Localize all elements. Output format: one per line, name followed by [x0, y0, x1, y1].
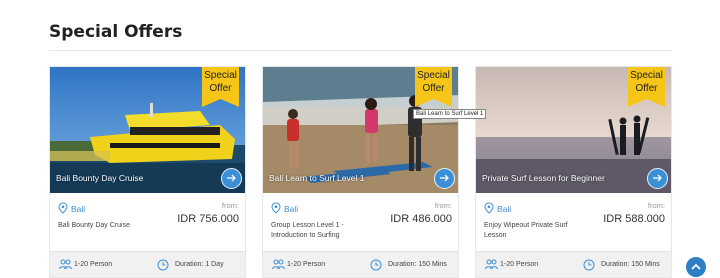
offer-image-title[interactable]: Private Surf Lesson for Beginner — [482, 173, 605, 183]
offer-card[interactable]: Special Offer Private Surf Lesson for Beg… — [475, 66, 672, 278]
clock-icon — [370, 259, 382, 271]
offer-card[interactable]: Special Offer Bali Bounty Day Cruise Bali… — [49, 66, 246, 278]
offer-location[interactable]: Bali — [284, 204, 298, 214]
offer-duration: Duration: 1 Day — [175, 261, 224, 268]
clock-icon — [157, 259, 169, 271]
offer-details: Bali Enjoy Wipeout Private Surf Lesson f… — [476, 193, 671, 251]
view-offer-button[interactable] — [434, 168, 455, 189]
offer-location[interactable]: Bali — [497, 204, 511, 214]
offer-image[interactable]: Special Offer Bali Learn to Surf Level 1 — [263, 67, 458, 193]
clock-icon — [583, 259, 595, 271]
group-icon — [485, 259, 498, 270]
arrow-right-icon — [440, 174, 449, 182]
offer-price: IDR 588.000 — [603, 213, 665, 225]
ribbon-label: Special Offer — [417, 70, 450, 94]
group-size: 1-20 Person — [287, 261, 326, 268]
arrow-right-icon — [227, 174, 236, 182]
offer-image[interactable]: Special Offer Bali Bounty Day Cruise — [50, 67, 245, 193]
offer-footer: 1-20 Person Duration: 150 Mins — [476, 251, 671, 277]
offer-image-title[interactable]: Bali Bounty Day Cruise — [56, 173, 143, 183]
ribbon-label: Special Offer — [204, 70, 237, 94]
view-offer-button[interactable] — [221, 168, 242, 189]
map-pin-icon — [484, 202, 494, 214]
group-icon — [59, 259, 72, 270]
ribbon-label: Special Offer — [630, 70, 663, 94]
view-offer-button[interactable] — [647, 168, 668, 189]
offer-description: Group Lesson Level 1 - Introduction to S… — [271, 222, 344, 239]
map-pin-icon — [58, 202, 68, 214]
offer-description: Enjoy Wipeout Private Surf Lesson — [484, 222, 568, 239]
offer-price: IDR 756.000 — [177, 213, 239, 225]
offer-description: Bali Bounty Day Cruise — [58, 222, 130, 229]
offer-duration: Duration: 150 Mins — [601, 261, 660, 268]
offer-image-title[interactable]: Bali Learn to Surf Level 1 — [269, 173, 364, 183]
offer-details: Bali Bali Bounty Day Cruise from: IDR 75… — [50, 193, 245, 251]
map-pin-icon — [271, 202, 281, 214]
offer-footer: 1-20 Person Duration: 150 Mins — [263, 251, 458, 277]
title-tooltip: Bali Learn to Surf Level 1 — [413, 109, 487, 119]
offer-image[interactable]: Special Offer Private Surf Lesson for Beg… — [476, 67, 671, 193]
offer-location[interactable]: Bali — [71, 204, 85, 214]
group-size: 1-20 Person — [74, 261, 113, 268]
group-icon — [272, 259, 285, 270]
arrow-right-icon — [653, 174, 662, 182]
offer-duration: Duration: 150 Mins — [388, 261, 447, 268]
price-from-label: from: — [647, 201, 665, 210]
scroll-to-top-button[interactable] — [686, 257, 706, 277]
offer-price: IDR 486.000 — [390, 213, 452, 225]
offer-footer: 1-20 Person Duration: 1 Day — [50, 251, 245, 277]
price-from-label: from: — [434, 201, 452, 210]
chevron-up-icon — [691, 263, 701, 270]
offer-card[interactable]: Special Offer Bali Learn to Surf Level 1 … — [262, 66, 459, 278]
price-from-label: from: — [221, 201, 239, 210]
offer-details: Bali Group Lesson Level 1 - Introduction… — [263, 193, 458, 251]
group-size: 1-20 Person — [500, 261, 539, 268]
title-divider — [49, 50, 672, 51]
section-title: Special Offers — [49, 22, 183, 42]
